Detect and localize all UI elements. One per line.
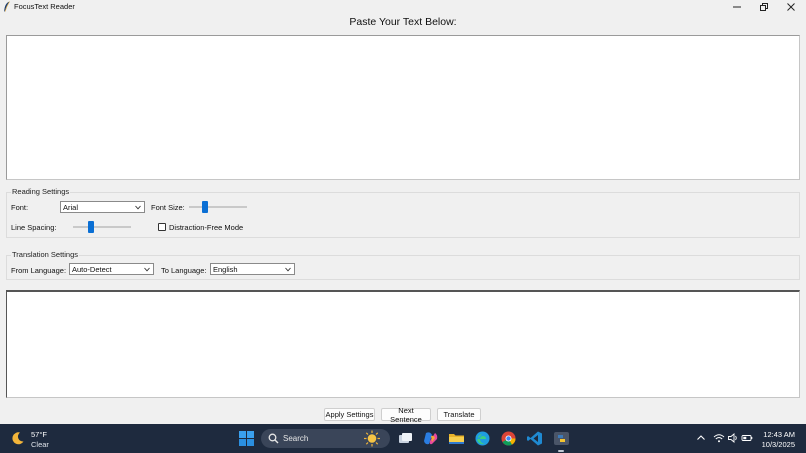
chevron-down-icon — [135, 205, 141, 210]
moon-icon[interactable] — [10, 431, 25, 446]
translate-button[interactable]: Translate — [437, 408, 481, 421]
feather-icon — [4, 1, 10, 12]
from-language-select[interactable]: Auto-Detect — [69, 263, 154, 275]
chrome-icon[interactable] — [500, 430, 517, 447]
volume-icon[interactable] — [727, 432, 739, 444]
clock-time[interactable]: 12:43 AM — [763, 430, 795, 439]
reading-settings-title: Reading Settings — [11, 187, 71, 196]
restore-button[interactable] — [751, 0, 777, 13]
copilot-icon[interactable] — [422, 430, 439, 447]
font-select-value: Arial — [63, 203, 79, 212]
line-spacing-label: Line Spacing: — [11, 223, 57, 232]
taskbar: 57°F Clear Search 12:43 AM 10/3/2025 — [0, 424, 806, 453]
search-icon — [268, 433, 279, 444]
task-view-icon[interactable] — [397, 430, 414, 447]
battery-icon[interactable] — [741, 432, 753, 444]
title-bar: FocusText Reader — [0, 0, 806, 13]
weather-temperature[interactable]: 57°F — [31, 430, 47, 439]
next-sentence-button[interactable]: Next Sentence — [381, 406, 431, 424]
output-text-area[interactable] — [6, 290, 800, 398]
wifi-icon[interactable] — [713, 432, 725, 444]
line-spacing-slider-thumb[interactable] — [87, 221, 94, 233]
font-label: Font: — [11, 203, 29, 212]
window-title: FocusText Reader — [14, 2, 75, 11]
to-language-label: To Language: — [161, 266, 207, 275]
to-language-select[interactable]: English — [210, 263, 295, 275]
minimize-button[interactable] — [724, 0, 750, 13]
clock-date[interactable]: 10/3/2025 — [762, 440, 795, 449]
restore-icon — [760, 2, 768, 11]
line-spacing-slider[interactable] — [73, 221, 131, 233]
distraction-free-checkbox[interactable] — [158, 223, 166, 231]
minimize-icon — [733, 6, 741, 7]
to-language-value: English — [213, 265, 238, 274]
vscode-icon[interactable] — [526, 430, 543, 447]
from-language-label: From Language: — [11, 266, 67, 275]
reading-settings-group: Reading Settings Font: Arial Font Size: … — [6, 187, 800, 238]
close-button[interactable] — [778, 0, 804, 13]
python-icon[interactable] — [553, 430, 570, 447]
line-spacing-slider-track — [73, 226, 131, 228]
chevron-down-icon — [285, 267, 291, 272]
weather-condition[interactable]: Clear — [31, 440, 49, 449]
font-size-slider-thumb[interactable] — [202, 201, 208, 213]
chevron-down-icon — [144, 267, 150, 272]
taskbar-search[interactable]: Search — [261, 429, 390, 448]
active-app-indicator — [558, 450, 564, 452]
file-explorer-icon[interactable] — [448, 430, 465, 447]
search-label: Search — [283, 434, 309, 443]
from-language-value: Auto-Detect — [72, 265, 112, 274]
apply-settings-button[interactable]: Apply Settings — [324, 408, 375, 421]
chevron-up-icon[interactable] — [695, 432, 707, 444]
input-text-area[interactable] — [6, 35, 800, 180]
font-size-label: Font Size: — [151, 203, 185, 212]
font-select[interactable]: Arial — [60, 201, 145, 213]
close-icon — [787, 2, 795, 11]
sun-icon — [364, 430, 380, 447]
font-size-slider[interactable] — [189, 201, 247, 213]
translation-settings-group: Translation Settings From Language: Auto… — [6, 250, 800, 280]
translation-settings-title: Translation Settings — [11, 250, 80, 259]
distraction-free-label[interactable]: Distraction-Free Mode — [169, 223, 243, 232]
edge-icon[interactable] — [474, 430, 491, 447]
page-title: Paste Your Text Below: — [349, 16, 457, 28]
windows-start-icon[interactable] — [238, 430, 255, 447]
font-size-slider-track — [189, 206, 247, 208]
